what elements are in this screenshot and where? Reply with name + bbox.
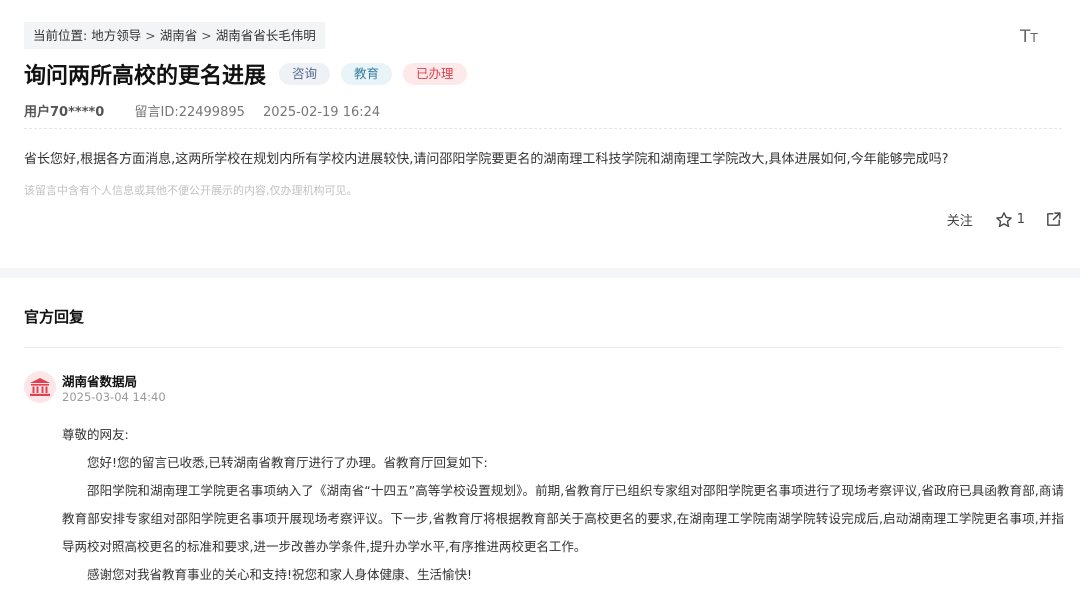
breadcrumb-separator: > bbox=[201, 28, 212, 43]
reply-paragraph: 感谢您对我省教育事业的关心和支持!祝您和家人身体健康、生活愉快! bbox=[87, 567, 473, 582]
reply-paragraph: 邵阳学院和湖南理工学院更名事项纳入了《湖南省“十四五”高等学校设置规划》。前期,… bbox=[62, 483, 1064, 554]
message-datetime: 2025-02-19 16:24 bbox=[263, 105, 381, 120]
breadcrumb-label: 当前位置: bbox=[33, 28, 88, 43]
message-section: 当前位置: 地方领导 > 湖南省 > 湖南省省长毛伟明 TT 询问两所高校的更名进展 咨… bbox=[0, 0, 1080, 266]
reply-body: 尊敬的网友: 您好!您的留言已收悉,已转湖南省教育厅进行了办理。省教育厅回复如下… bbox=[62, 421, 1064, 589]
section-gap bbox=[0, 268, 1080, 278]
divider bbox=[24, 347, 1062, 348]
font-size-icon[interactable]: TT bbox=[1020, 27, 1038, 47]
user-name: 用户70****0 bbox=[24, 105, 105, 120]
follow-button[interactable]: 关注 bbox=[947, 210, 973, 229]
star-icon bbox=[995, 211, 1012, 227]
like-count: 1 bbox=[1016, 212, 1025, 227]
page-title: 询问两所高校的更名进展 bbox=[24, 64, 267, 89]
reply-datetime: 2025-03-04 14:40 bbox=[62, 390, 166, 404]
font-size-icon-small: T bbox=[1030, 31, 1038, 45]
breadcrumb-item-local-leaders[interactable]: 地方领导 bbox=[91, 28, 141, 43]
divider bbox=[24, 128, 1062, 129]
avatar bbox=[24, 371, 56, 403]
reply-greeting: 尊敬的网友: bbox=[62, 427, 129, 442]
breadcrumb-item-hunan[interactable]: 湖南省 bbox=[160, 28, 198, 43]
status-badge: 已办理 bbox=[403, 63, 467, 85]
title-row: 询问两所高校的更名进展 咨询 教育 已办理 bbox=[24, 59, 478, 89]
message-actions: 关注 1 bbox=[947, 210, 1062, 229]
reply-heading: 官方回复 bbox=[24, 308, 85, 326]
privacy-note: 该留言中含有个人信息或其他不便公开展示的内容,仅办理机构可见。 bbox=[24, 184, 358, 197]
like-button[interactable]: 1 bbox=[995, 211, 1025, 229]
tag-consult: 咨询 bbox=[279, 63, 331, 85]
font-size-icon-big: T bbox=[1020, 27, 1031, 47]
breadcrumb-separator: > bbox=[145, 28, 156, 43]
message-meta: 用户70****0 留言ID:22499895 2025-02-19 16:24 bbox=[24, 101, 380, 120]
breadcrumb-item-governor[interactable]: 湖南省省长毛伟明 bbox=[216, 28, 316, 43]
message-id: 留言ID:22499895 bbox=[134, 105, 245, 120]
share-button[interactable] bbox=[1045, 211, 1062, 228]
reply-paragraph: 您好!您的留言已收悉,已转湖南省教育厅进行了办理。省教育厅回复如下: bbox=[87, 455, 488, 470]
government-building-icon bbox=[30, 378, 50, 396]
tag-education: 教育 bbox=[341, 63, 393, 85]
message-content: 省长您好,根据各方面消息,这两所学校在规划内所有学校内进展较快,请问邵阳学院要更… bbox=[24, 152, 949, 167]
share-icon bbox=[1047, 212, 1061, 226]
breadcrumb: 当前位置: 地方领导 > 湖南省 > 湖南省省长毛伟明 bbox=[24, 22, 325, 49]
reply-org-name: 湖南省数据局 bbox=[62, 374, 138, 389]
